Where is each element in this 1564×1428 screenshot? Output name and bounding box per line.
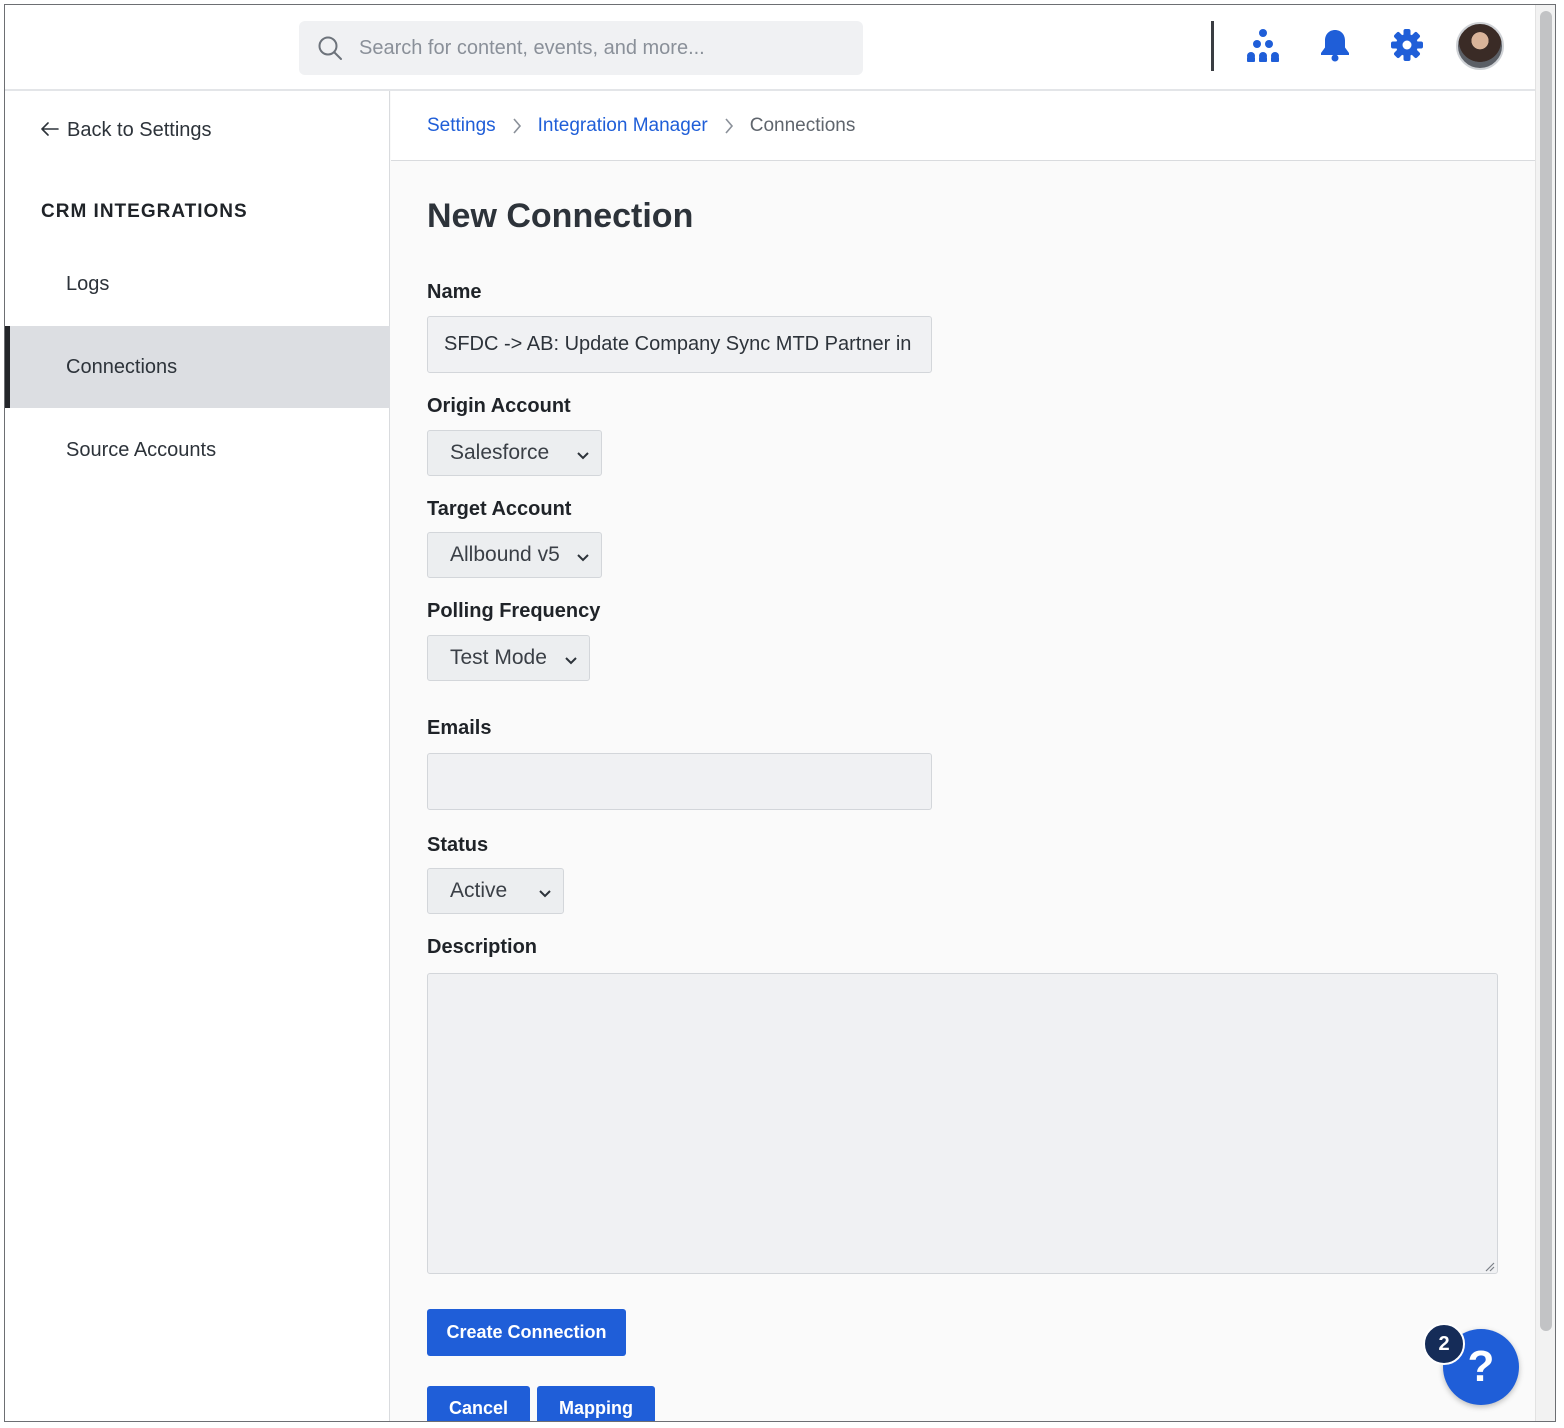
top-bar: [5, 5, 1535, 91]
resize-handle-icon[interactable]: [1483, 1259, 1495, 1272]
back-to-settings-link[interactable]: Back to Settings: [41, 119, 212, 142]
chevron-right-icon: [724, 117, 734, 134]
chevron-down-icon: [575, 445, 591, 469]
origin-account-value: Salesforce: [450, 441, 550, 464]
org-chart-icon[interactable]: [1243, 25, 1283, 65]
avatar[interactable]: [1456, 22, 1504, 70]
search-bar[interactable]: [299, 21, 863, 75]
breadcrumb-integration-manager-link[interactable]: Integration Manager: [538, 115, 708, 137]
page-scrollbar[interactable]: [1535, 5, 1555, 1421]
breadcrumb: Settings Integration Manager Connections: [391, 91, 1535, 161]
help-notification-badge: 2: [1423, 1323, 1465, 1365]
origin-account-select[interactable]: Salesforce: [427, 430, 602, 476]
emails-label: Emails: [427, 717, 492, 739]
description-field[interactable]: [427, 973, 1498, 1274]
target-account-value: Allbound v5: [450, 543, 560, 566]
sidebar-item-logs[interactable]: Logs: [5, 243, 390, 325]
polling-frequency-select[interactable]: Test Mode: [427, 635, 590, 681]
header-divider: [1211, 21, 1214, 71]
sidebar-item-source-accounts[interactable]: Source Accounts: [5, 409, 390, 491]
polling-frequency-label: Polling Frequency: [427, 600, 601, 622]
description-label: Description: [427, 936, 538, 958]
arrow-left-icon: [41, 119, 59, 142]
emails-field[interactable]: [427, 753, 932, 810]
status-value: Active: [450, 879, 508, 902]
breadcrumb-current: Connections: [749, 114, 856, 136]
app-window: Back to Settings CRM INTEGRATIONS Logs C…: [4, 4, 1556, 1422]
sidebar-item-label: Connections: [66, 355, 178, 378]
polling-frequency-value: Test Mode: [450, 646, 547, 669]
question-mark-icon: ?: [1467, 1342, 1495, 1391]
search-input[interactable]: [359, 36, 839, 60]
status-select[interactable]: Active: [427, 868, 564, 914]
breadcrumb-settings-link[interactable]: Settings: [427, 115, 496, 137]
target-account-select[interactable]: Allbound v5: [427, 532, 602, 578]
back-to-settings-label: Back to Settings: [67, 119, 212, 141]
cancel-button[interactable]: Cancel: [427, 1386, 530, 1421]
chevron-down-icon: [575, 547, 591, 571]
scrollbar-thumb[interactable]: [1540, 11, 1552, 1331]
gear-icon[interactable]: [1387, 25, 1427, 65]
search-icon: [315, 33, 345, 63]
chevron-right-icon: [512, 117, 522, 134]
sidebar-section-title: CRM INTEGRATIONS: [41, 201, 248, 222]
mapping-button[interactable]: Mapping: [537, 1386, 655, 1421]
sidebar-item-connections[interactable]: Connections: [5, 326, 390, 408]
chevron-down-icon: [537, 883, 553, 907]
sidebar-item-label: Logs: [66, 272, 110, 295]
bell-icon[interactable]: [1315, 25, 1355, 65]
target-account-label: Target Account: [427, 498, 572, 520]
sidebar: Back to Settings CRM INTEGRATIONS Logs C…: [5, 91, 390, 1421]
name-field[interactable]: [427, 316, 932, 373]
create-connection-button[interactable]: Create Connection: [427, 1309, 626, 1356]
page-title: New Connection: [427, 197, 694, 235]
chevron-down-icon: [563, 650, 579, 674]
origin-account-label: Origin Account: [427, 395, 571, 417]
status-label: Status: [427, 834, 489, 856]
name-label: Name: [427, 281, 482, 303]
sidebar-item-label: Source Accounts: [66, 438, 217, 461]
